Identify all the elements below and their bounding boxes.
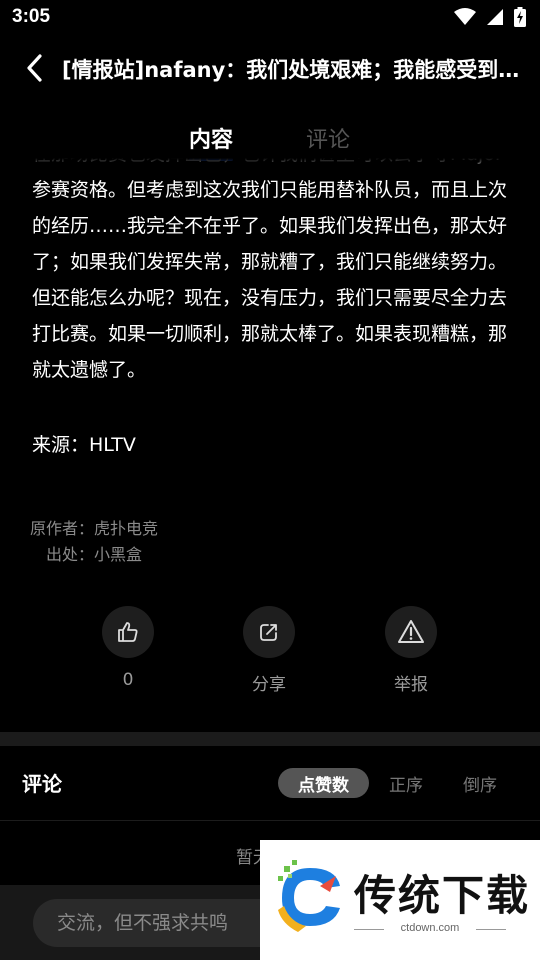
back-button[interactable] (20, 52, 48, 84)
tab-bar-fade (0, 158, 540, 174)
meta-author-value: 虎扑电竞 (94, 519, 159, 538)
tab-comments[interactable]: 评论 (306, 122, 350, 154)
meta-author-row: 原作者： 虎扑电竞 (26, 516, 158, 542)
battery-charging-icon (514, 7, 526, 27)
article-paragraph: 在那场比赛也发挥出色，也许我们甚至可以去争夺Major参赛资格。但考虑到这次我们… (32, 158, 508, 381)
watermark-name: 传统下载 (354, 871, 531, 920)
comments-divider (0, 820, 540, 821)
page-title: [情报站]nafany：我们处境艰难；我能感受到… (62, 58, 520, 82)
sort-ascending-button[interactable]: 正序 (384, 768, 428, 798)
section-divider (0, 732, 540, 746)
sort-by-likes-button[interactable]: 点赞数 (278, 768, 369, 798)
share-icon (260, 624, 277, 641)
share-button-circle[interactable] (243, 606, 295, 658)
back-arrow-icon (27, 54, 42, 82)
watermark-logo-icon (278, 860, 340, 932)
share-button[interactable]: 分享 (219, 606, 319, 695)
meta-origin-label: 出处： (45, 545, 94, 564)
like-count: 0 (122, 670, 134, 690)
report-label: 举报 (394, 675, 428, 695)
comments-header: 评论 点赞数 正序 倒序 (0, 746, 540, 820)
watermark-url: ctdown.com (354, 922, 506, 934)
meta-author-label: 原作者： (29, 519, 94, 538)
status-time: 3:05 (12, 6, 51, 27)
like-button-circle[interactable] (102, 606, 154, 658)
sort-descending-button[interactable]: 倒序 (458, 768, 502, 798)
report-button-circle[interactable] (385, 606, 437, 658)
warning-icon (398, 620, 424, 643)
report-button[interactable]: 举报 (361, 606, 461, 695)
meta-origin-value: 小黑盒 (94, 545, 143, 564)
article-header: [情报站]nafany：我们处境艰难；我能感受到… (0, 40, 540, 96)
status-icons (454, 7, 526, 27)
wifi-icon (454, 8, 476, 25)
thumbs-up-icon (118, 622, 138, 642)
cellular-signal-icon (487, 9, 503, 25)
tab-content[interactable]: 内容 (189, 122, 233, 154)
share-label: 分享 (252, 675, 286, 695)
comments-title: 评论 (22, 772, 62, 796)
meta-origin-row: 出处： 小黑盒 (26, 542, 158, 568)
article-source: 来源：HLTV (32, 434, 136, 456)
article-meta: 原作者： 虎扑电竞 出处： 小黑盒 (26, 516, 158, 568)
action-row: 0 分享 举报 (0, 606, 540, 706)
watermark: 传统下载 ctdown.com (260, 840, 540, 960)
like-button[interactable]: 0 (78, 606, 178, 690)
article-body[interactable]: 在那场比赛也发挥出色，也许我们甚至可以去争夺Major参赛资格。但考虑到这次我们… (32, 158, 512, 408)
status-bar: 3:05 (0, 0, 540, 36)
